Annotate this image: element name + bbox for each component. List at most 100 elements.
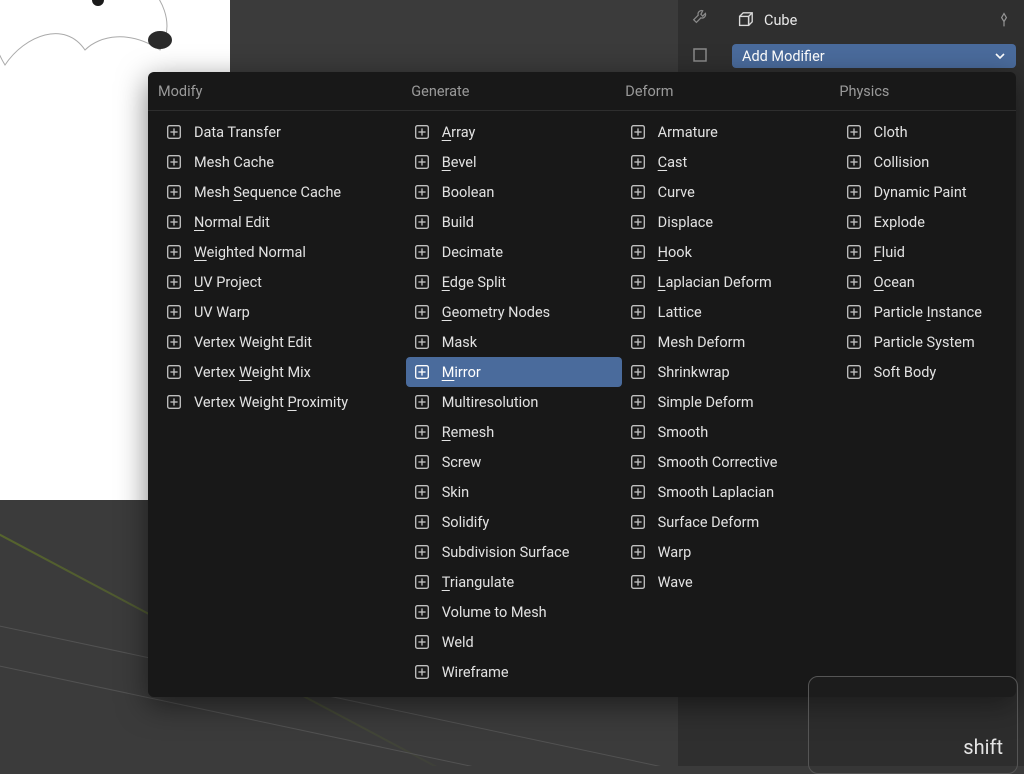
particle-instance-icon (844, 302, 864, 322)
modifier-item-cast[interactable]: Cast (622, 147, 838, 177)
modifier-item-label: Displace (658, 214, 713, 231)
modifier-item-label: Decimate (442, 244, 503, 261)
modifier-item-fluid[interactable]: Fluid (838, 237, 1016, 267)
modifier-item-mask[interactable]: Mask (406, 327, 622, 357)
geometry-nodes-icon (412, 302, 432, 322)
vertex-weight-edit-icon (164, 332, 184, 352)
ocean-icon (844, 272, 864, 292)
modifier-item-laplacian-deform[interactable]: Laplacian Deform (622, 267, 838, 297)
tool-settings-icon[interactable] (682, 8, 718, 26)
modifier-item-label: Normal Edit (194, 214, 270, 231)
modifier-item-wireframe[interactable]: Wireframe (406, 657, 622, 687)
modifier-item-skin[interactable]: Skin (406, 477, 622, 507)
modifier-item-particle-instance[interactable]: Particle Instance (838, 297, 1016, 327)
build-icon (412, 212, 432, 232)
modifier-item-label: Remesh (442, 424, 495, 441)
modifier-item-lattice[interactable]: Lattice (622, 297, 838, 327)
modifier-item-dynamic-paint[interactable]: Dynamic Paint (838, 177, 1016, 207)
output-props-icon[interactable] (682, 46, 718, 64)
multires-icon (412, 392, 432, 412)
modifier-item-label: Smooth (658, 424, 709, 441)
modifier-item-weld[interactable]: Weld (406, 627, 622, 657)
mirror-icon (412, 362, 432, 382)
modifier-item-simple-deform[interactable]: Simple Deform (622, 387, 838, 417)
modifier-item-label: Explode (874, 214, 925, 231)
modifier-item-smooth[interactable]: Smooth (622, 417, 838, 447)
modifier-item-wave[interactable]: Wave (622, 567, 838, 597)
weighted-normal-icon (164, 242, 184, 262)
shrinkwrap-icon (628, 362, 648, 382)
modifier-item-label: Cast (658, 154, 688, 171)
screw-icon (412, 452, 432, 472)
collision-icon (844, 152, 864, 172)
modifier-item-screw[interactable]: Screw (406, 447, 622, 477)
pin-icon[interactable] (996, 12, 1012, 28)
modifier-item-mesh-cache[interactable]: Mesh Cache (158, 147, 406, 177)
modifier-item-solidify[interactable]: Solidify (406, 507, 622, 537)
modifier-item-remesh[interactable]: Remesh (406, 417, 622, 447)
modifier-item-subdivision-surface[interactable]: Subdivision Surface (406, 537, 622, 567)
add-modifier-dropdown[interactable]: Add Modifier (732, 44, 1016, 68)
modifier-item-normal-edit[interactable]: Normal Edit (158, 207, 406, 237)
modifier-item-mirror[interactable]: Mirror (406, 357, 622, 387)
modifier-item-surface-deform[interactable]: Surface Deform (622, 507, 838, 537)
modifier-item-curve[interactable]: Curve (622, 177, 838, 207)
modifier-item-geometry-nodes[interactable]: Geometry Nodes (406, 297, 622, 327)
armature-icon (628, 122, 648, 142)
modifier-item-vertex-weight-proximity[interactable]: Vertex Weight Proximity (158, 387, 406, 417)
edge-split-icon (412, 272, 432, 292)
particle-system-icon (844, 332, 864, 352)
modifier-item-label: Surface Deform (658, 514, 760, 531)
modifier-item-build[interactable]: Build (406, 207, 622, 237)
modifier-item-label: Smooth Laplacian (658, 484, 774, 501)
modifier-item-mesh-deform[interactable]: Mesh Deform (622, 327, 838, 357)
modifier-item-vertex-weight-mix[interactable]: Vertex Weight Mix (158, 357, 406, 387)
normal-edit-icon (164, 212, 184, 232)
modifier-item-uv-warp[interactable]: UV Warp (158, 297, 406, 327)
uv-warp-icon (164, 302, 184, 322)
modifier-item-collision[interactable]: Collision (838, 147, 1016, 177)
modifier-item-label: Particle Instance (874, 304, 982, 321)
menu-category-modify: Modify (148, 83, 411, 100)
hook-icon (628, 242, 648, 262)
modifier-item-weighted-normal[interactable]: Weighted Normal (158, 237, 406, 267)
modifier-item-label: Cloth (874, 124, 908, 141)
modifier-item-cloth[interactable]: Cloth (838, 117, 1016, 147)
modifier-item-data-transfer[interactable]: Data Transfer (158, 117, 406, 147)
smooth-corr-icon (628, 452, 648, 472)
modifier-item-uv-project[interactable]: UV Project (158, 267, 406, 297)
modifier-item-multiresolution[interactable]: Multiresolution (406, 387, 622, 417)
modifier-item-label: Vertex Weight Mix (194, 364, 311, 381)
modifier-item-particle-system[interactable]: Particle System (838, 327, 1016, 357)
modifier-item-label: Subdivision Surface (442, 544, 570, 561)
modifier-item-mesh-sequence-cache[interactable]: Mesh Sequence Cache (158, 177, 406, 207)
modifier-item-label: Warp (658, 544, 692, 561)
modifier-item-label: Mesh Sequence Cache (194, 184, 341, 201)
modifier-item-triangulate[interactable]: Triangulate (406, 567, 622, 597)
modifier-item-edge-split[interactable]: Edge Split (406, 267, 622, 297)
modifier-item-warp[interactable]: Warp (622, 537, 838, 567)
modifier-item-displace[interactable]: Displace (622, 207, 838, 237)
modifier-item-soft-body[interactable]: Soft Body (838, 357, 1016, 387)
menu-category-physics: Physics (839, 83, 1016, 100)
modifier-item-armature[interactable]: Armature (622, 117, 838, 147)
modifier-item-smooth-laplacian[interactable]: Smooth Laplacian (622, 477, 838, 507)
modifier-item-label: Screw (442, 454, 482, 471)
modifier-item-smooth-corrective[interactable]: Smooth Corrective (622, 447, 838, 477)
modifier-item-bevel[interactable]: Bevel (406, 147, 622, 177)
modifier-item-array[interactable]: Array (406, 117, 622, 147)
modifier-item-boolean[interactable]: Boolean (406, 177, 622, 207)
modifier-item-label: Armature (658, 124, 718, 141)
modifier-item-label: Array (442, 124, 476, 141)
key-label: shift (963, 735, 1003, 759)
modifier-item-hook[interactable]: Hook (622, 237, 838, 267)
modifier-item-label: Triangulate (442, 574, 514, 591)
solidify-icon (412, 512, 432, 532)
modifier-item-ocean[interactable]: Ocean (838, 267, 1016, 297)
fluid-icon (844, 242, 864, 262)
modifier-item-explode[interactable]: Explode (838, 207, 1016, 237)
modifier-item-decimate[interactable]: Decimate (406, 237, 622, 267)
modifier-item-vertex-weight-edit[interactable]: Vertex Weight Edit (158, 327, 406, 357)
modifier-item-shrinkwrap[interactable]: Shrinkwrap (622, 357, 838, 387)
modifier-item-volume-to-mesh[interactable]: Volume to Mesh (406, 597, 622, 627)
